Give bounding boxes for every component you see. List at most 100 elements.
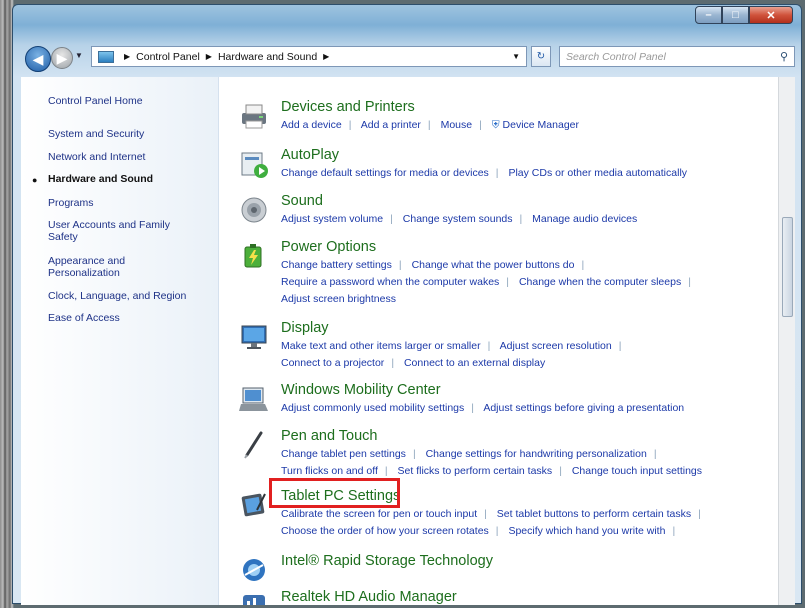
category-links: Make text and other items larger or smal… bbox=[281, 340, 628, 352]
link-change-battery-settings[interactable]: Change battery settings bbox=[281, 259, 392, 271]
link-manage-audio-devices[interactable]: Manage audio devices bbox=[532, 213, 637, 225]
close-button[interactable]: ✕ bbox=[749, 6, 793, 24]
category-title[interactable]: Sound bbox=[281, 193, 323, 209]
link-adjust-brightness[interactable]: Adjust screen brightness bbox=[281, 293, 396, 305]
address-bar[interactable]: ▶ Control Panel ▶ Hardware and Sound ▶ ▼ bbox=[91, 46, 527, 67]
sidebar-item-user-accounts[interactable]: User Accounts and Family Safety bbox=[48, 219, 198, 243]
sidebar-item-ease-of-access[interactable]: Ease of Access bbox=[48, 312, 213, 324]
link-separator: | bbox=[495, 167, 499, 179]
link-screen-rotation-order[interactable]: Choose the order of how your screen rota… bbox=[281, 525, 489, 537]
autoplay-icon bbox=[241, 152, 268, 178]
sidebar-item-clock-language-region[interactable]: Clock, Language, and Region bbox=[48, 290, 213, 302]
link-add-a-printer[interactable]: Add a printer bbox=[361, 119, 421, 131]
category-title[interactable]: AutoPlay bbox=[281, 147, 339, 163]
link-separator: | bbox=[427, 119, 431, 131]
category-links: Change default settings for media or dev… bbox=[281, 167, 687, 179]
link-connect-projector[interactable]: Connect to a projector bbox=[281, 357, 384, 369]
address-dropdown-icon[interactable]: ▼ bbox=[506, 52, 526, 61]
left-navigation-pane: Control Panel Home System and Security N… bbox=[21, 77, 219, 605]
link-separator: | bbox=[672, 525, 676, 537]
link-separator: | bbox=[688, 276, 691, 288]
sidebar-item-network-and-internet[interactable]: Network and Internet bbox=[48, 151, 213, 163]
link-separator: | bbox=[390, 213, 393, 225]
link-mouse[interactable]: Mouse bbox=[441, 119, 473, 131]
link-change-touch-input[interactable]: Change touch input settings bbox=[572, 465, 702, 477]
speaker-icon bbox=[241, 197, 267, 223]
category-links: Require a password when the computer wak… bbox=[281, 276, 698, 288]
link-change-default-settings[interactable]: Change default settings for media or dev… bbox=[281, 167, 489, 179]
link-adjust-system-volume[interactable]: Adjust system volume bbox=[281, 213, 383, 225]
search-box[interactable]: Search Control Panel ⚲ bbox=[559, 46, 795, 67]
back-button[interactable]: ◀ bbox=[25, 46, 51, 72]
link-adjust-presentation-settings[interactable]: Adjust settings before giving a presenta… bbox=[483, 402, 684, 414]
sidebar-item-appearance[interactable]: Appearance and Personalization bbox=[48, 255, 168, 279]
link-separator: | bbox=[495, 525, 499, 537]
breadcrumb-control-panel[interactable]: Control Panel bbox=[136, 51, 200, 63]
link-change-system-sounds[interactable]: Change system sounds bbox=[403, 213, 513, 225]
forward-arrow-icon: ▶ bbox=[56, 49, 68, 66]
pen-icon bbox=[244, 431, 263, 459]
category-links: Adjust system volume | Change system soun… bbox=[281, 213, 637, 225]
breadcrumb-separator-icon[interactable]: ▶ bbox=[124, 52, 130, 61]
mobility-center-icon bbox=[239, 387, 268, 411]
link-change-handwriting-settings[interactable]: Change settings for handwriting personal… bbox=[426, 448, 647, 460]
link-separator: | bbox=[581, 259, 585, 271]
link-separator: | bbox=[618, 340, 622, 352]
printer-icon bbox=[242, 104, 266, 129]
link-change-sleep[interactable]: Change when the computer sleeps bbox=[519, 276, 681, 288]
link-set-tablet-buttons[interactable]: Set tablet buttons to perform certain ta… bbox=[497, 508, 691, 520]
forward-button[interactable]: ▶ bbox=[51, 47, 73, 69]
link-play-cds[interactable]: Play CDs or other media automatically bbox=[508, 167, 687, 179]
category-links: Adjust screen brightness bbox=[281, 293, 396, 305]
control-panel-window: – □ ✕ ◀ ▶ ▼ ▶ Control Panel ▶ Hardware a… bbox=[12, 4, 802, 605]
category-title[interactable]: Realtek HD Audio Manager bbox=[281, 589, 457, 605]
link-set-flicks[interactable]: Set flicks to perform certain tasks bbox=[398, 465, 553, 477]
link-device-manager[interactable]: Device Manager bbox=[503, 119, 579, 131]
tablet-pc-settings-highlight bbox=[269, 478, 400, 508]
search-icon[interactable]: ⚲ bbox=[780, 50, 788, 63]
sidebar-item-hardware-and-sound[interactable]: Hardware and Sound bbox=[48, 173, 213, 185]
link-make-text-larger[interactable]: Make text and other items larger or smal… bbox=[281, 340, 481, 352]
sidebar-item-control-panel-home[interactable]: Control Panel Home bbox=[48, 95, 213, 107]
link-specify-hand[interactable]: Specify which hand you write with bbox=[508, 525, 665, 537]
battery-icon bbox=[244, 244, 262, 268]
link-require-password[interactable]: Require a password when the computer wak… bbox=[281, 276, 499, 288]
link-separator: | bbox=[412, 448, 416, 460]
category-title[interactable]: Power Options bbox=[281, 239, 376, 255]
link-calibrate-screen[interactable]: Calibrate the screen for pen or touch in… bbox=[281, 508, 477, 520]
category-title[interactable]: Intel® Rapid Storage Technology bbox=[281, 553, 493, 569]
link-add-a-device[interactable]: Add a device bbox=[281, 119, 342, 131]
link-separator: | bbox=[653, 448, 657, 460]
recent-pages-dropdown[interactable]: ▼ bbox=[75, 51, 83, 60]
category-links: Change battery settings | Change what the… bbox=[281, 259, 591, 271]
maximize-button[interactable]: □ bbox=[722, 6, 749, 24]
refresh-button[interactable]: ↻ bbox=[531, 46, 551, 67]
control-panel-icon bbox=[98, 50, 114, 63]
category-title[interactable]: Windows Mobility Center bbox=[281, 382, 441, 398]
category-links: Add a device | Add a printer | Mouse | ⛨ De… bbox=[281, 119, 579, 132]
scrollbar-thumb[interactable] bbox=[782, 217, 793, 317]
sidebar-item-system-and-security[interactable]: System and Security bbox=[48, 128, 213, 140]
category-links: Calibrate the screen for pen or touch in… bbox=[281, 508, 708, 520]
breadcrumb-separator-icon[interactable]: ▶ bbox=[206, 52, 212, 61]
link-separator: | bbox=[479, 119, 482, 131]
content-area: Control Panel Home System and Security N… bbox=[21, 77, 795, 605]
category-title[interactable]: Pen and Touch bbox=[281, 428, 377, 444]
link-adjust-mobility-settings[interactable]: Adjust commonly used mobility settings bbox=[281, 402, 464, 414]
breadcrumb-separator-icon[interactable]: ▶ bbox=[323, 52, 329, 61]
link-change-tablet-pen-settings[interactable]: Change tablet pen settings bbox=[281, 448, 406, 460]
link-change-power-buttons[interactable]: Change what the power buttons do bbox=[412, 259, 575, 271]
link-connect-external-display[interactable]: Connect to an external display bbox=[404, 357, 545, 369]
link-adjust-resolution[interactable]: Adjust screen resolution bbox=[500, 340, 612, 352]
minimize-button[interactable]: – bbox=[695, 6, 722, 24]
category-title[interactable]: Devices and Printers bbox=[281, 99, 415, 115]
link-separator: | bbox=[487, 340, 491, 352]
link-turn-flicks-on-off[interactable]: Turn flicks on and off bbox=[281, 465, 378, 477]
vertical-scrollbar[interactable] bbox=[778, 77, 795, 605]
link-separator: | bbox=[384, 465, 388, 477]
breadcrumb-hardware-and-sound[interactable]: Hardware and Sound bbox=[218, 51, 317, 63]
category-title[interactable]: Display bbox=[281, 320, 329, 336]
category-links: Connect to a projector | Connect to an ex… bbox=[281, 357, 545, 369]
link-separator: | bbox=[506, 276, 510, 288]
sidebar-item-programs[interactable]: Programs bbox=[48, 197, 213, 209]
